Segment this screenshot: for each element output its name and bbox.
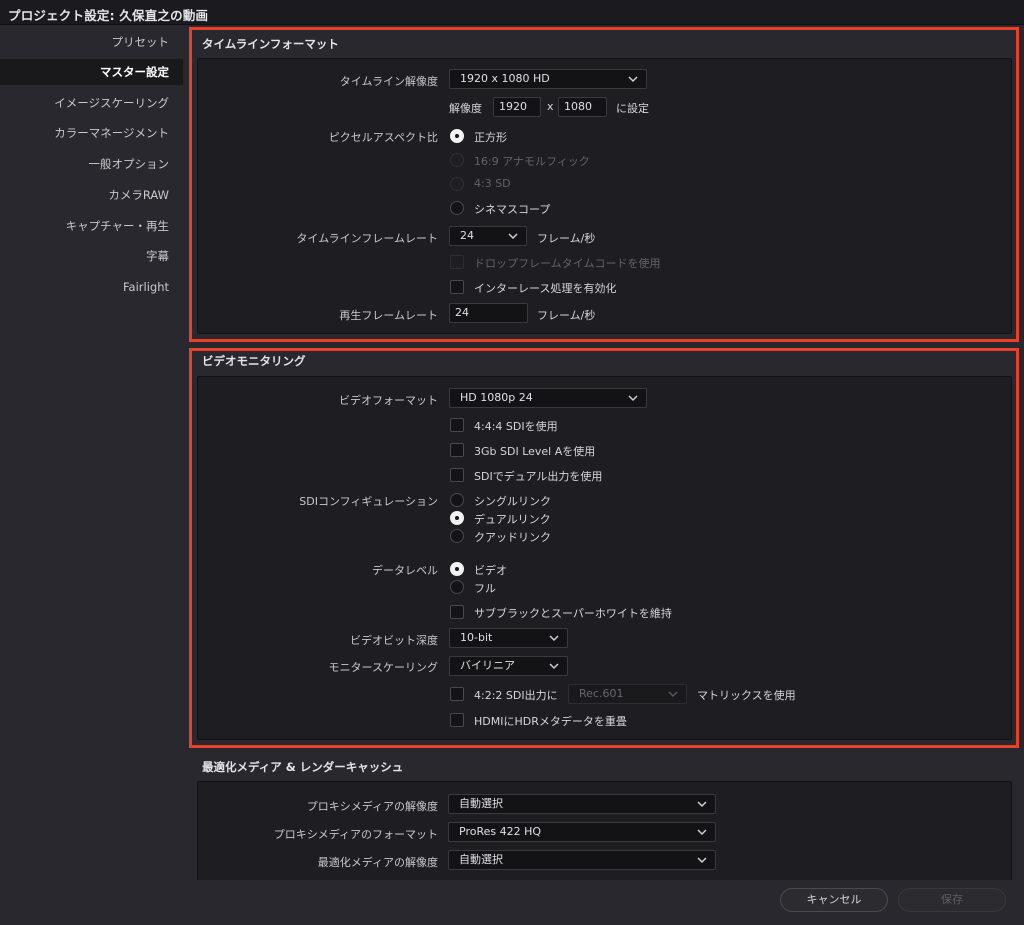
proxy-format-dropdown[interactable]: ProRes 422 HQ [448,822,716,842]
sidebar-item-capture-playback[interactable]: キャプチャー・再生 [66,214,169,238]
optimized-media-title: 最適化メディア & レンダーキャッシュ [202,760,404,774]
dialog-footer: キャンセル 保存 [183,880,1024,925]
sidebar-item-presets[interactable]: プリセット [112,30,170,54]
chevron-down-icon [697,857,707,864]
chevron-down-icon [697,801,707,808]
save-button[interactable]: 保存 [898,888,1006,912]
highlight-box-timeline-format [189,27,1019,342]
sidebar-item-image-scaling[interactable]: イメージスケーリング [54,91,169,115]
proxy-resolution-value: 自動選択 [459,797,503,810]
title-bar: プロジェクト設定: 久保直之の動画 [0,0,1024,25]
highlight-box-video-monitoring [189,348,1019,748]
proxy-resolution-dropdown[interactable]: 自動選択 [448,794,716,814]
settings-content: タイムラインフォーマット タイムライン解像度 1920 x 1080 HD 解像… [183,26,1024,880]
optimized-resolution-label: 最適化メディアの解像度 [317,856,438,869]
optimized-resolution-dropdown[interactable]: 自動選択 [448,850,716,870]
window-title: プロジェクト設定: 久保直之の動画 [8,8,209,23]
sidebar-item-master-settings[interactable]: マスター設定 [100,60,169,84]
proxy-format-label: プロキシメディアのフォーマット [273,828,438,841]
proxy-format-value: ProRes 422 HQ [459,825,542,838]
chevron-down-icon [697,829,707,836]
sidebar-item-fairlight[interactable]: Fairlight [123,275,169,299]
sidebar-item-subtitles[interactable]: 字幕 [146,244,169,268]
proxy-resolution-label: プロキシメディアの解像度 [306,800,438,813]
optimized-resolution-value: 自動選択 [459,853,503,866]
sidebar-item-color-management[interactable]: カラーマネージメント [54,121,169,145]
sidebar-item-general-options[interactable]: 一般オプション [89,152,170,176]
sidebar: プリセット マスター設定 イメージスケーリング カラーマネージメント 一般オプシ… [0,26,183,925]
cancel-button[interactable]: キャンセル [780,888,888,912]
sidebar-item-camera-raw[interactable]: カメラRAW [108,183,169,207]
